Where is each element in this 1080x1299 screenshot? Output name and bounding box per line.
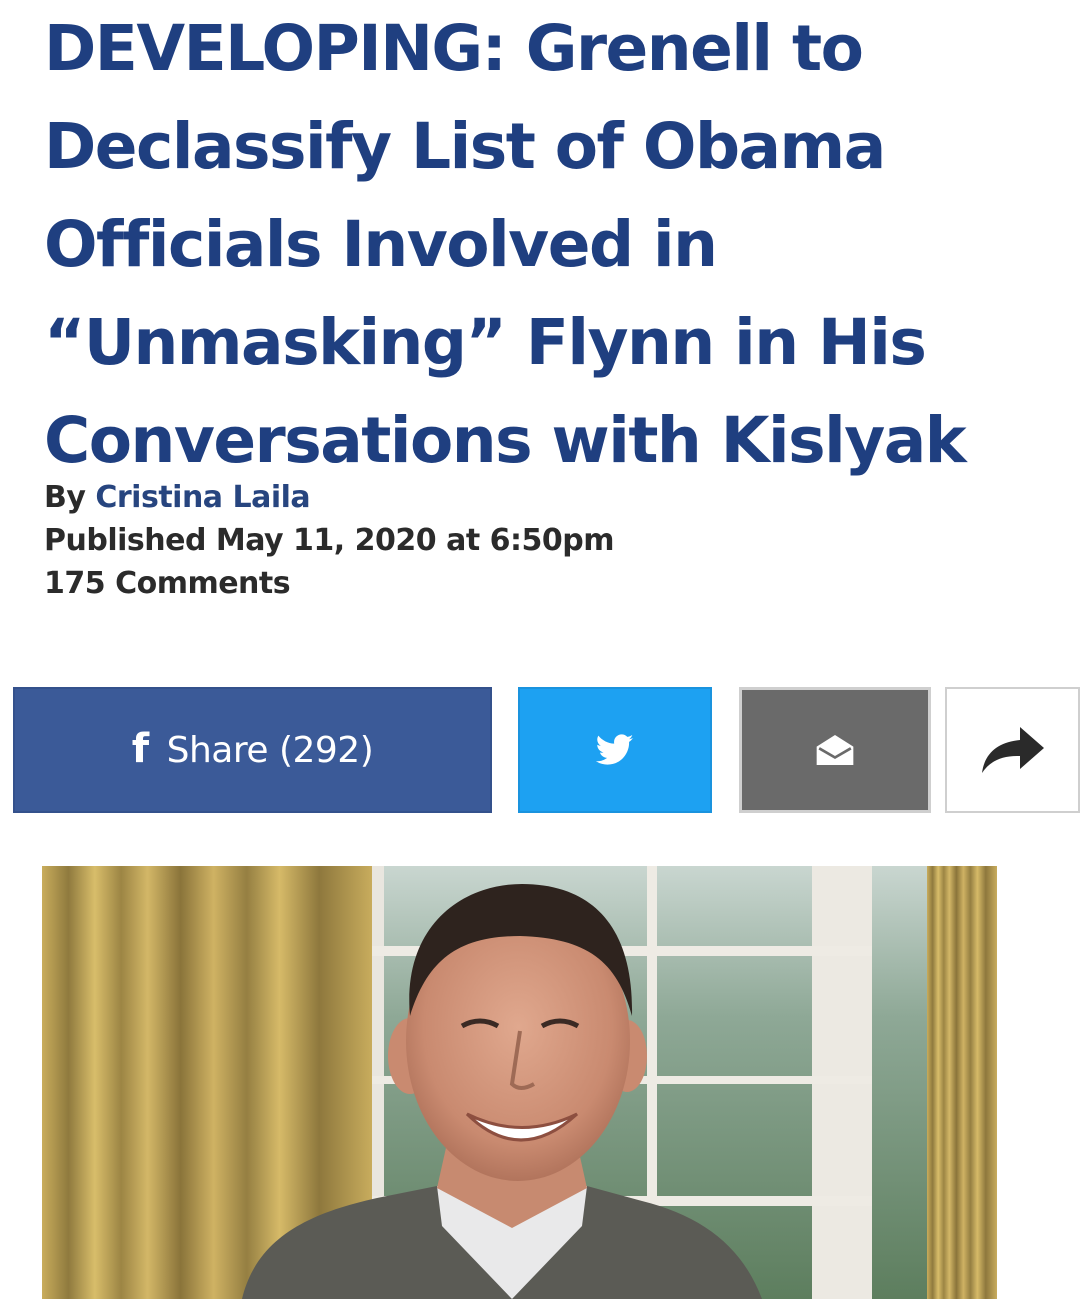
facebook-share-button[interactable]: f Share (292) (13, 687, 492, 813)
byline-prefix: By (44, 480, 86, 515)
headline-line: Officials Involved in (44, 208, 718, 281)
facebook-share-label: Share (292) (166, 729, 374, 771)
twitter-share-button[interactable] (518, 687, 712, 813)
headline-line: DEVELOPING: Grenell to (44, 12, 864, 85)
article-headline: DEVELOPING: Grenell to Declassify List o… (44, 0, 1064, 490)
publish-date: Published May 11, 2020 at 6:50pm (44, 523, 614, 558)
facebook-icon: f (131, 726, 149, 772)
headline-line: Conversations with Kislyak (44, 404, 967, 477)
headline-line: “Unmasking” Flynn in His (44, 306, 927, 379)
twitter-bird-icon (596, 734, 634, 765)
article-photo (42, 866, 997, 1299)
portrait-image (42, 866, 997, 1299)
byline: By Cristina Laila (44, 476, 614, 519)
envelope-icon (816, 735, 854, 765)
author-link[interactable]: Cristina Laila (95, 480, 310, 515)
comments-link[interactable]: 175 Comments (44, 562, 614, 605)
email-share-button[interactable] (739, 687, 931, 813)
share-arrow-icon (981, 727, 1044, 773)
headline-line: Declassify List of Obama (44, 110, 886, 183)
more-share-button[interactable] (945, 687, 1080, 813)
article-meta: By Cristina Laila Published May 11, 2020… (44, 476, 614, 605)
